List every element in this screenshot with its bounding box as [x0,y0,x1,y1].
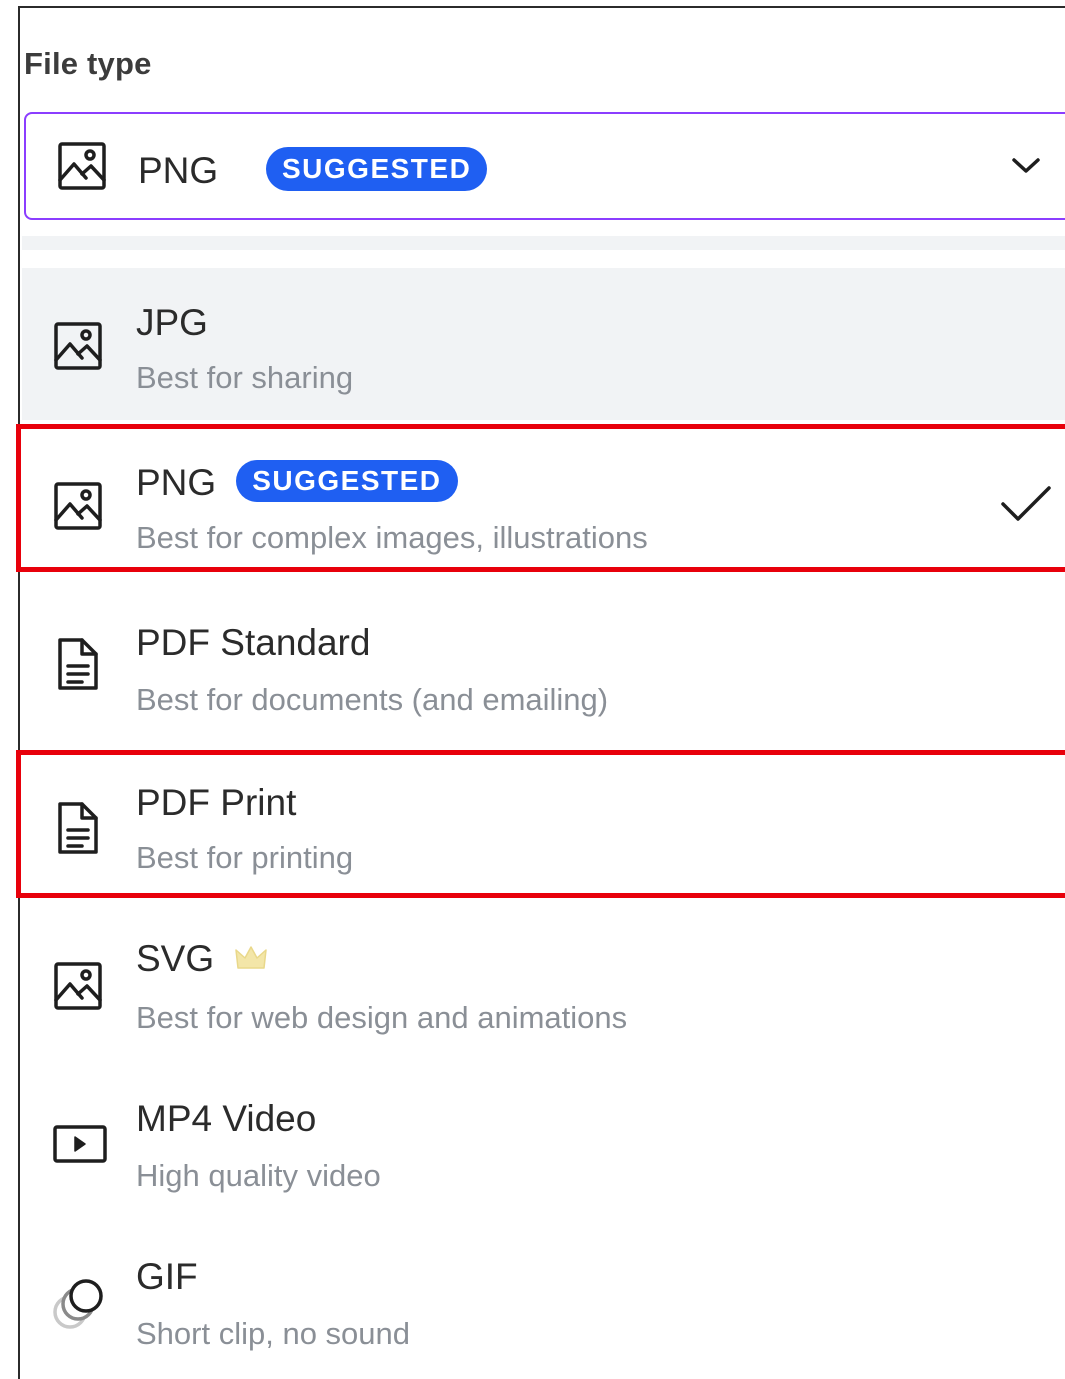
option-title: SVG [136,938,215,979]
dropdown-divider [22,236,1065,250]
image-icon [56,140,108,197]
option-gif[interactable]: GIF Short clip, no sound [22,1228,1065,1378]
option-title: PDF Standard [136,622,371,663]
option-jpg[interactable]: JPG Best for sharing [22,268,1065,420]
option-svg[interactable]: SVG Best for web design and animations [22,908,1065,1058]
option-description: High quality video [136,1158,381,1193]
file-type-label: File type [24,46,152,81]
file-type-panel: File type PNG SUGGESTED JPG Best for sha… [16,6,1065,1379]
suggested-badge: SUGGESTED [266,147,488,191]
file-type-select[interactable]: PNG SUGGESTED [24,112,1065,220]
option-title: JPG [136,302,208,343]
option-pdf-print[interactable]: PDF Print Best for printing [22,758,1065,898]
suggested-badge: SUGGESTED [236,460,458,502]
image-icon [52,480,104,537]
option-description: Best for sharing [136,360,354,395]
option-description: Best for documents (and emailing) [136,682,609,717]
option-title: PNG SUGGESTED [136,460,458,507]
option-title: MP4 Video [136,1098,317,1139]
selected-file-type: PNG [138,150,219,191]
image-icon [52,960,104,1017]
document-icon [52,636,104,697]
crown-icon [234,944,268,979]
option-title: GIF [136,1256,198,1297]
option-png[interactable]: PNG SUGGESTED Best for complex images, il… [22,428,1065,568]
image-icon [52,320,104,377]
option-description: Short clip, no sound [136,1316,411,1351]
option-title: PDF Print [136,782,297,823]
option-description: Best for printing [136,840,354,875]
video-play-icon [52,1124,108,1169]
option-pdf-standard[interactable]: PDF Standard Best for documents (and ema… [22,588,1065,738]
gif-icon [50,1272,110,1337]
option-description: Best for web design and animations [136,1000,628,1035]
checkmark-icon [1000,484,1052,529]
option-description: Best for complex images, illustrations [136,520,648,555]
chevron-down-icon[interactable] [1011,156,1041,181]
document-icon [52,800,104,861]
option-mp4-video[interactable]: MP4 Video High quality video [22,1068,1065,1218]
